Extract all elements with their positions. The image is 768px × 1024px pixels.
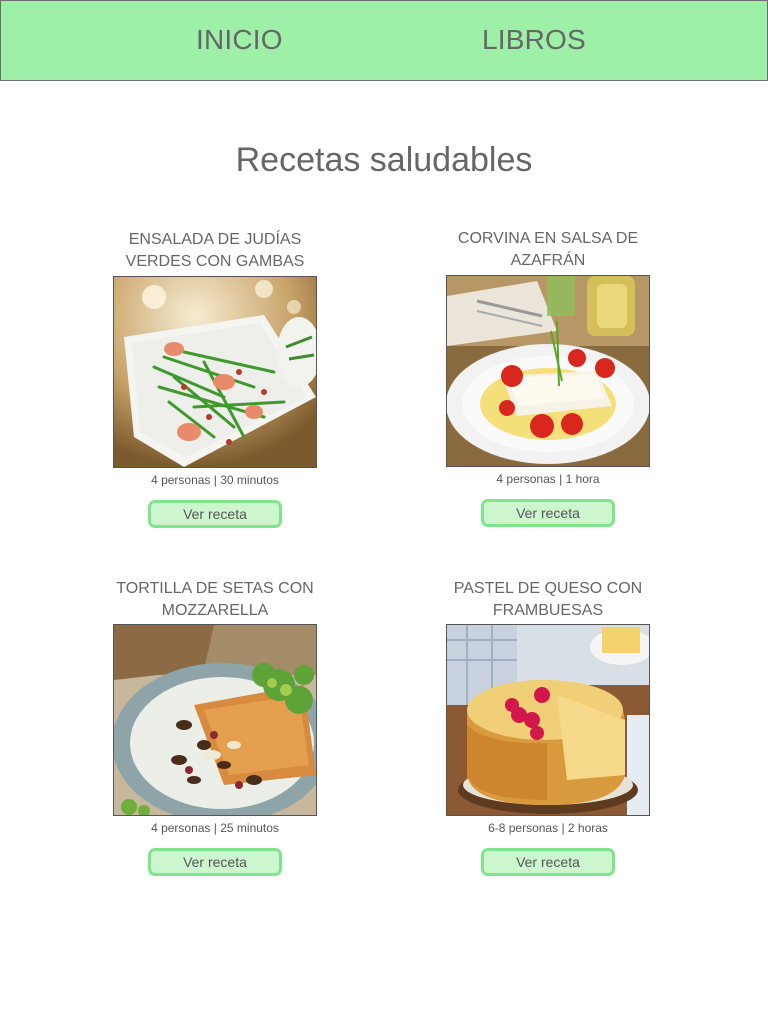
view-recipe-button[interactable]: Ver receta [481, 848, 615, 876]
recipe-title-line: ENSALADA DE JUDÍAS [128, 231, 302, 248]
recipe-title-line: AZAFRÁN [510, 252, 586, 269]
recipe-card: ENSALADA DE JUDÍAS VERDES CON GAMBAS 4 p… [85, 229, 345, 528]
recipe-title[interactable]: PASTEL DE QUESO CON FRAMBUESAS [418, 578, 678, 622]
recipe-photo-omelette[interactable] [113, 624, 317, 816]
recipe-title-line: FRAMBUESAS [492, 602, 604, 619]
view-recipe-button[interactable]: Ver receta [148, 848, 282, 876]
recipe-meta: 4 personas | 1 hora [496, 472, 600, 486]
recipe-title[interactable]: ENSALADA DE JUDÍAS VERDES CON GAMBAS [85, 229, 345, 273]
recipe-title-line: CORVINA EN SALSA DE [457, 230, 639, 247]
recipe-meta: 4 personas | 25 minutos [151, 821, 279, 835]
recipe-meta: 4 personas | 30 minutos [151, 473, 279, 487]
recipe-title-line: VERDES CON GAMBAS [125, 253, 305, 270]
top-navigation-bar: INICIO LIBROS [0, 0, 768, 81]
recipe-card: TORTILLA DE SETAS CON MOZZARELLA 4 perso… [85, 578, 345, 876]
recipe-photo-sea-bass[interactable] [446, 275, 650, 467]
nav-link-inicio[interactable]: INICIO [196, 24, 283, 56]
recipe-card: PASTEL DE QUESO CON FRAMBUESAS 6-8 perso… [418, 578, 678, 876]
recipe-title-line: PASTEL DE QUESO CON [453, 580, 643, 597]
recipe-title-line: MOZZARELLA [161, 602, 269, 619]
recipe-photo-salad[interactable] [113, 276, 317, 468]
view-recipe-button[interactable]: Ver receta [148, 500, 282, 528]
recipe-meta: 6-8 personas | 2 horas [488, 821, 608, 835]
recipe-title-line: TORTILLA DE SETAS CON [116, 580, 314, 597]
recipe-title[interactable]: CORVINA EN SALSA DE AZAFRÁN [418, 228, 678, 272]
nav-link-libros[interactable]: LIBROS [482, 24, 586, 56]
page-title: Recetas saludables [235, 141, 533, 179]
recipe-photo-cheesecake[interactable] [446, 624, 650, 816]
recipe-card: CORVINA EN SALSA DE AZAFRÁN 4 personas |… [418, 228, 678, 527]
view-recipe-button[interactable]: Ver receta [481, 499, 615, 527]
recipe-title[interactable]: TORTILLA DE SETAS CON MOZZARELLA [85, 578, 345, 622]
